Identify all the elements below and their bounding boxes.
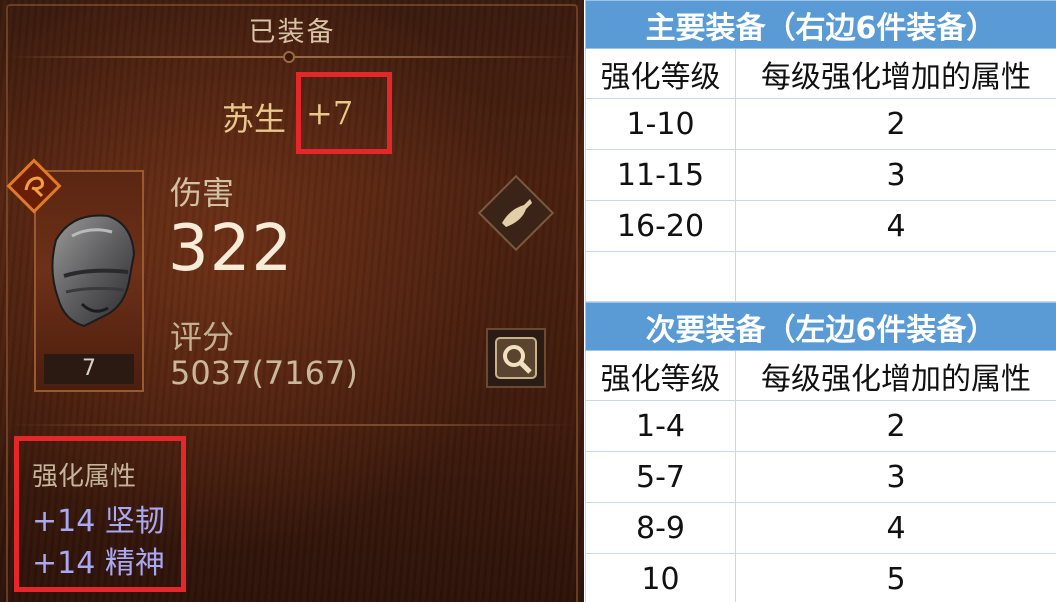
table-row: 1-10 2 <box>585 98 1056 150</box>
table-row: 8-9 4 <box>585 502 1056 554</box>
enhance-attrs-highlight <box>14 436 186 592</box>
sub-header-level: 强化等级 <box>585 350 736 401</box>
item-name: 苏生 <box>222 100 287 138</box>
attr-cell: 3 <box>735 149 1056 201</box>
table-row: 1-4 2 <box>585 400 1056 452</box>
attr-cell: 4 <box>735 200 1056 252</box>
table-row: 10 5 <box>585 553 1056 602</box>
magnifier-icon <box>495 337 537 379</box>
empty-cell <box>735 251 1056 302</box>
main-table-title: 主要装备（右边6件装备） <box>585 0 1056 49</box>
helmet-icon <box>51 214 136 328</box>
main-header-level: 强化等级 <box>585 48 736 99</box>
level-cell: 5-7 <box>585 451 736 503</box>
empty-row <box>585 251 1056 302</box>
equipment-panel: 已装备 苏生 +7 7 伤害 322 评分 5037(7167) 强化属性 +1… <box>0 0 584 602</box>
level-cell: 1-10 <box>585 98 736 150</box>
level-cell: 1-4 <box>585 400 736 452</box>
legendary-badge-icon <box>6 158 62 214</box>
attr-cell: 4 <box>735 502 1056 554</box>
attr-cell: 2 <box>735 400 1056 452</box>
upgrade-tables: 主要装备（右边6件装备） 强化等级 每级强化增加的属性 1-10 2 11-15… <box>585 0 1056 602</box>
divider-ornament <box>283 51 295 63</box>
transmog-button[interactable] <box>476 173 556 253</box>
score-value: 5037(7167) <box>170 354 358 392</box>
table-row: 16-20 4 <box>585 200 1056 252</box>
sub-table-title: 次要装备（左边6件装备） <box>585 302 1056 351</box>
section-divider <box>8 424 576 426</box>
inspect-button[interactable] <box>486 328 546 388</box>
main-header-attr: 每级强化增加的属性 <box>735 48 1056 99</box>
score-label: 评分 <box>170 318 235 356</box>
empty-cell <box>585 251 736 302</box>
level-cell: 16-20 <box>585 200 736 252</box>
level-cell: 11-15 <box>585 149 736 201</box>
panel-title: 已装备 <box>248 17 336 48</box>
table-row: 5-7 3 <box>585 451 1056 503</box>
level-cell: 8-9 <box>585 502 736 554</box>
upgrade-level-highlight <box>296 72 392 154</box>
attr-cell: 5 <box>735 553 1056 602</box>
main-gear-table: 主要装备（右边6件装备） 强化等级 每级强化增加的属性 1-10 2 11-15… <box>585 0 1056 302</box>
level-cell: 10 <box>585 553 736 602</box>
attr-cell: 2 <box>735 98 1056 150</box>
attr-cell: 3 <box>735 451 1056 503</box>
table-row: 11-15 3 <box>585 149 1056 201</box>
sub-header-attr: 每级强化增加的属性 <box>735 350 1056 401</box>
secondary-gear-table: 次要装备（左边6件装备） 强化等级 每级强化增加的属性 1-4 2 5-7 3 … <box>585 302 1056 602</box>
item-count: 7 <box>44 354 134 384</box>
damage-label: 伤害 <box>170 174 235 212</box>
damage-value: 322 <box>168 212 294 286</box>
